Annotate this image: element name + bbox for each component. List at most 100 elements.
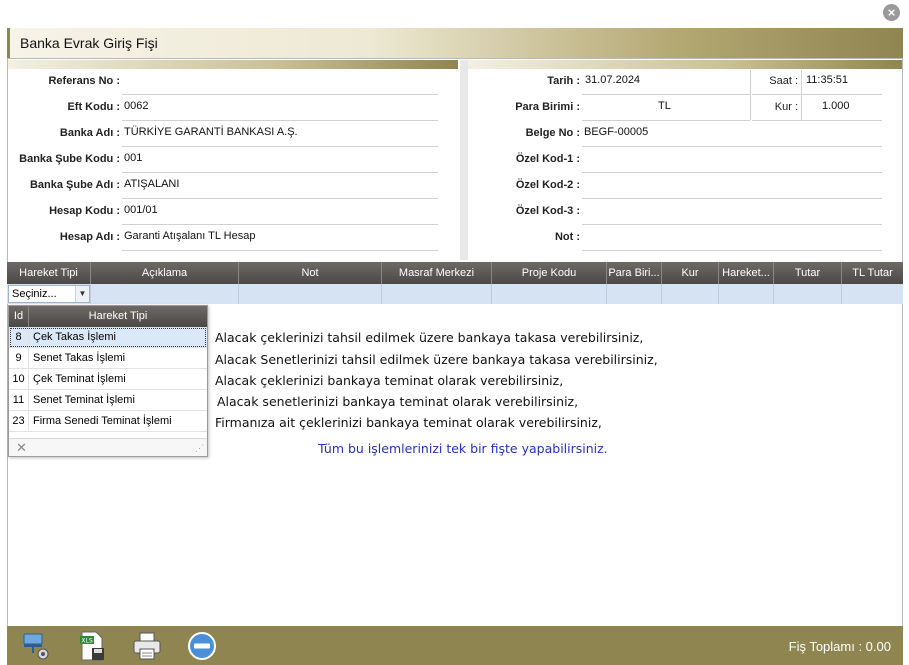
info-line: Alacak Senetlerinizi tahsil edilmek üzer…: [215, 352, 658, 367]
dropdown-item-id: 11: [9, 390, 29, 410]
column-header[interactable]: Masraf Merkezi: [382, 262, 492, 284]
field-label: Belge No :: [525, 127, 580, 139]
xls-save-icon: XLS: [80, 631, 104, 661]
info-highlight: Tüm bu işlemlerinizi tek bir fişte yapab…: [318, 441, 608, 456]
dropdown-col-id[interactable]: Id: [9, 306, 29, 327]
field-hesap-kodu[interactable]: Hesap Kodu : 001/01: [8, 199, 458, 225]
field-value[interactable]: TÜRKİYE GARANTİ BANKASI A.Ş.: [124, 126, 298, 138]
dropdown-item[interactable]: 9 Senet Takas İşlemi: [9, 348, 207, 369]
dropdown-item-name: Çek Teminat İşlemi: [33, 373, 126, 385]
field-label: Not :: [554, 231, 580, 243]
field-eft-kodu[interactable]: Eft Kodu : 0062: [8, 95, 458, 121]
dropdown-item[interactable]: 10 Çek Teminat İşlemi: [9, 369, 207, 390]
field-not[interactable]: Not :: [468, 225, 902, 251]
field-value[interactable]: ATIŞALANI: [124, 178, 179, 190]
column-header[interactable]: TL Tutar: [842, 262, 903, 284]
field-label: Referans No :: [48, 75, 120, 87]
column-header[interactable]: Not: [239, 262, 382, 284]
cancel-button[interactable]: [186, 630, 218, 662]
grid-header: Hareket Tipi Açıklama Not Masraf Merkezi…: [7, 262, 903, 284]
dropdown-item-id: 9: [9, 348, 29, 368]
field-label: Özel Kod-3 :: [515, 205, 580, 217]
dropdown-item-id: 8: [9, 327, 29, 347]
field-value[interactable]: 11:35:51: [806, 74, 848, 86]
field-value[interactable]: BEGF-00005: [584, 126, 648, 138]
field-label: Banka Adı :: [59, 127, 120, 139]
field-label: Banka Şube Adı :: [29, 179, 120, 191]
field-belge-no[interactable]: Belge No : BEGF-00005: [468, 121, 902, 147]
window-title: Banka Evrak Giriş Fişi: [20, 35, 158, 51]
dropdown-item-name: Senet Teminat İşlemi: [33, 394, 135, 406]
field-saat[interactable]: Saat : 11:35:51: [752, 69, 902, 95]
field-value[interactable]: Garanti Atışalanı TL Hesap: [124, 230, 255, 242]
dropdown-item[interactable]: 11 Senet Teminat İşlemi: [9, 390, 207, 411]
info-line: Alacak senetlerinizi bankaya teminat ola…: [217, 394, 579, 409]
hareket-tipi-combo[interactable]: Seçiniz... ▼: [8, 285, 90, 303]
field-ozel-kod-2[interactable]: Özel Kod-2 :: [468, 173, 902, 199]
column-header[interactable]: Kur: [662, 262, 719, 284]
svg-text:XLS: XLS: [81, 638, 92, 645]
field-value[interactable]: 001: [124, 152, 142, 164]
field-label: Kur :: [774, 101, 798, 113]
field-banka-sube-kodu[interactable]: Banka Şube Kodu : 001: [8, 147, 458, 173]
column-header[interactable]: Proje Kodu: [492, 262, 607, 284]
export-xls-button[interactable]: XLS: [76, 630, 108, 662]
dropdown-item-name: Çek Takas İşlemi: [33, 331, 116, 343]
field-label: Banka Şube Kodu :: [19, 153, 120, 165]
field-value[interactable]: 31.07.2024: [585, 74, 640, 86]
grid-new-row[interactable]: [7, 284, 903, 304]
field-value[interactable]: TL: [658, 100, 671, 112]
minus-circle-icon: [188, 632, 216, 660]
field-label: Tarih :: [547, 75, 580, 87]
dropdown-item-id: 23: [9, 411, 29, 431]
dropdown-item-name: Firma Senedi Teminat İşlemi: [33, 415, 172, 427]
field-banka-adi[interactable]: Banka Adı : TÜRKİYE GARANTİ BANKASI A.Ş.: [8, 121, 458, 147]
left-panel-strip: [8, 60, 458, 69]
info-line: Firmanıza ait çeklerinizi bankaya temina…: [215, 415, 602, 430]
resize-grip-icon[interactable]: ⋰: [195, 443, 204, 454]
field-value[interactable]: 1.000: [822, 100, 850, 112]
window-title-bar: Banka Evrak Giriş Fişi: [7, 28, 903, 58]
combo-value: Seçiniz...: [12, 288, 57, 300]
field-label: Hesap Kodu :: [49, 205, 120, 217]
bottom-toolbar: XLS Fiş Toplamı : 0.00: [7, 626, 903, 665]
column-header[interactable]: Hareket...: [719, 262, 774, 284]
column-header[interactable]: Hareket Tipi: [7, 262, 91, 284]
hareket-tipi-dropdown: Id Hareket Tipi 8 Çek Takas İşlemi 9 Sen…: [8, 305, 208, 457]
clear-icon[interactable]: ✕: [16, 440, 27, 456]
field-label: Hesap Adı :: [59, 231, 120, 243]
close-icon: ×: [887, 5, 896, 20]
dropdown-item-name: Senet Takas İşlemi: [33, 352, 126, 364]
field-value[interactable]: 001/01: [124, 204, 158, 216]
dropdown-item[interactable]: 23 Firma Senedi Teminat İşlemi: [9, 411, 207, 432]
dropdown-arrow-icon[interactable]: ▼: [75, 286, 89, 302]
field-value[interactable]: 0062: [124, 100, 148, 112]
close-button[interactable]: ×: [883, 4, 900, 21]
settings-button[interactable]: [21, 630, 53, 662]
field-referans-no[interactable]: Referans No :: [8, 69, 458, 95]
info-line: Alacak çeklerinizi tahsil edilmek üzere …: [215, 330, 644, 345]
column-header[interactable]: Tutar: [774, 262, 842, 284]
field-ozel-kod-1[interactable]: Özel Kod-1 :: [468, 147, 902, 173]
dropdown-item-id: 10: [9, 369, 29, 389]
network-settings-icon: [23, 633, 49, 660]
dropdown-item[interactable]: 8 Çek Takas İşlemi: [9, 327, 207, 348]
dropdown-col-name[interactable]: Hareket Tipi: [29, 306, 207, 327]
column-header[interactable]: Para Biri...: [607, 262, 662, 284]
print-button[interactable]: [131, 630, 163, 662]
field-label: Para Birimi :: [515, 101, 580, 113]
printer-icon: [133, 632, 161, 660]
field-ozel-kod-3[interactable]: Özel Kod-3 :: [468, 199, 902, 225]
field-label: Özel Kod-1 :: [515, 153, 580, 165]
right-panel-strip: [468, 60, 902, 69]
field-label: Özel Kod-2 :: [515, 179, 580, 191]
dropdown-header: Id Hareket Tipi: [9, 306, 207, 327]
panel-divider: [460, 60, 468, 260]
field-banka-sube-adi[interactable]: Banka Şube Adı : ATIŞALANI: [8, 173, 458, 199]
field-hesap-adi[interactable]: Hesap Adı : Garanti Atışalanı TL Hesap: [8, 225, 458, 251]
info-line: Alacak çeklerinizi bankaya teminat olara…: [215, 373, 564, 388]
dropdown-footer: ✕ ⋰: [9, 438, 207, 456]
column-header[interactable]: Açıklama: [91, 262, 239, 284]
field-label: Saat :: [769, 75, 798, 87]
field-kur[interactable]: Kur : 1.000: [752, 95, 902, 121]
